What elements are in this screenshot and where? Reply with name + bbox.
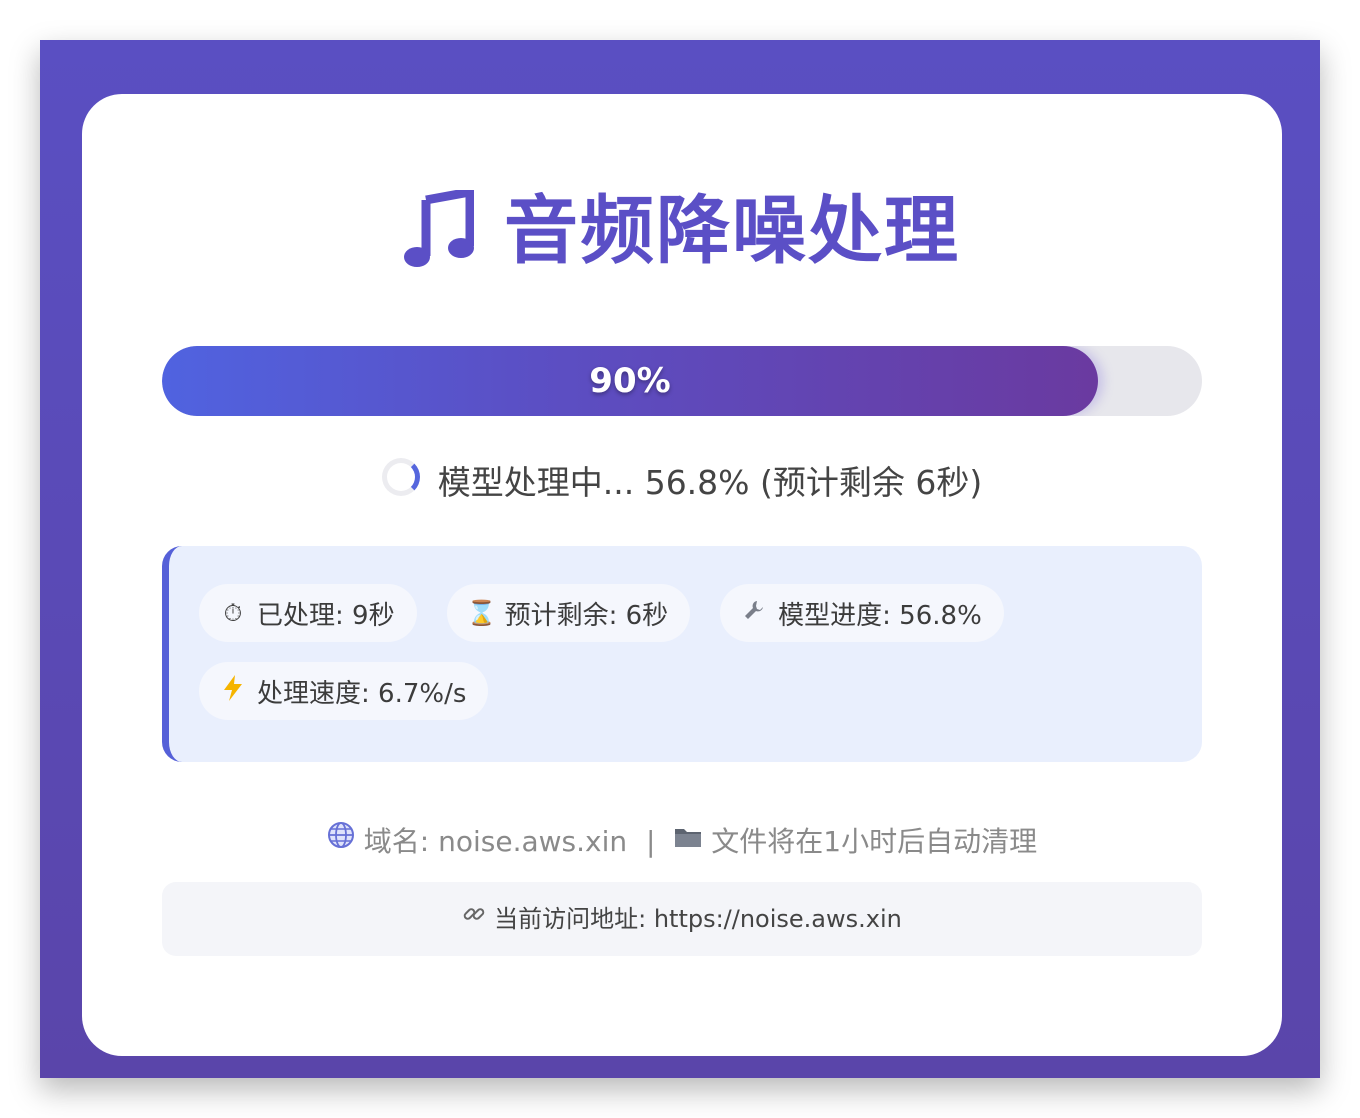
hourglass-icon: ⌛ — [466, 599, 497, 627]
wrench-icon — [740, 598, 768, 628]
app-frame: 音频降噪处理 90% 模型处理中... 56.8% (预计剩余 6秒) ⏱ 已处… — [40, 40, 1320, 1078]
footer-separator: | — [646, 825, 656, 858]
footer-info: 域名: noise.aws.xin | 文件将在1小时后自动清理 — [82, 820, 1282, 865]
stats-row-2: 处理速度: 6.7%/s — [199, 662, 1202, 720]
status-line: 模型处理中... 56.8% (预计剩余 6秒) — [82, 457, 1282, 508]
stat-chip-model-progress: 模型进度: 56.8% — [720, 584, 1004, 642]
stats-row-1: ⏱ 已处理: 9秒 ⌛ 预计剩余: 6秒 模型进度: 56.8% — [199, 584, 1202, 642]
music-note-icon — [404, 187, 475, 290]
stat-speed-label: 处理速度: 6.7%/s — [257, 678, 467, 709]
folder-icon — [674, 818, 702, 862]
lightning-icon — [219, 675, 247, 707]
stat-chip-remaining: ⌛ 预计剩余: 6秒 — [446, 584, 691, 642]
stat-elapsed-label: 已处理: 9秒 — [257, 600, 395, 631]
stats-panel: ⏱ 已处理: 9秒 ⌛ 预计剩余: 6秒 模型进度: 56.8% 处理速度: 6… — [162, 546, 1202, 762]
loading-spinner-icon — [381, 457, 420, 496]
link-icon — [462, 881, 486, 955]
stat-chip-elapsed: ⏱ 已处理: 9秒 — [199, 584, 417, 642]
stat-remaining-label: 预计剩余: 6秒 — [504, 600, 669, 631]
stat-model-progress-label: 模型进度: 56.8% — [778, 600, 982, 631]
progress-percent-label: 90% — [589, 361, 671, 401]
page-title-text: 音频降噪处理 — [504, 188, 960, 274]
stopwatch-icon: ⏱ — [223, 599, 243, 627]
footer-domain-text: 域名: noise.aws.xin — [363, 825, 628, 858]
status-text: 模型处理中... 56.8% (预计剩余 6秒) — [437, 463, 983, 502]
stat-chip-speed: 处理速度: 6.7%/s — [199, 662, 489, 720]
current-url-box: 当前访问地址: https://noise.aws.xin — [162, 882, 1202, 956]
globe-icon — [327, 818, 355, 862]
main-card: 音频降噪处理 90% 模型处理中... 56.8% (预计剩余 6秒) ⏱ 已处… — [82, 94, 1282, 1056]
current-url-text: 当前访问地址: https://noise.aws.xin — [494, 905, 902, 933]
page-title: 音频降噪处理 — [82, 186, 1282, 286]
progress-bar: 90% — [162, 346, 1202, 416]
footer-cleanup-text: 文件将在1小时后自动清理 — [711, 825, 1038, 858]
